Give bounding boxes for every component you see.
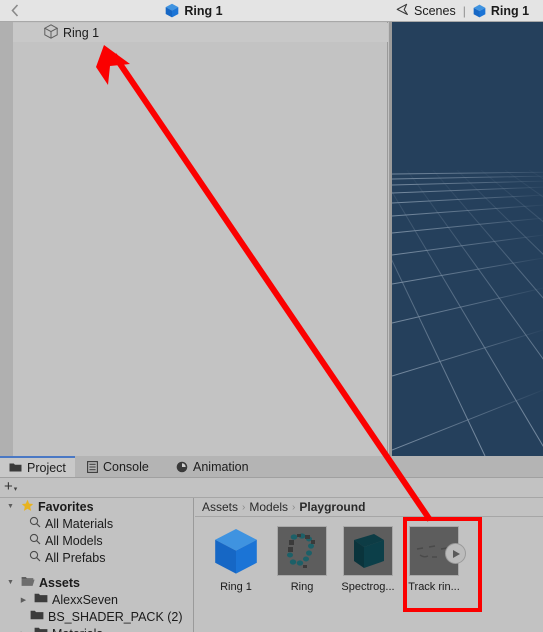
breadcrumb-separator: |: [462, 3, 466, 18]
folder-icon: [9, 462, 22, 473]
search-icon: [29, 533, 41, 548]
tree-item-label: Materials: [52, 627, 103, 632]
window-title-label: Ring 1: [184, 3, 223, 18]
search-icon: [29, 550, 41, 565]
tree-item-label: Favorites: [38, 499, 94, 514]
breadcrumb-separator: ›: [242, 501, 246, 513]
asset-item-ring[interactable]: Ring: [269, 518, 335, 632]
dock-tabstrip: Project Console Animation: [0, 456, 543, 478]
breadcrumb-playground[interactable]: Playground: [299, 500, 365, 514]
tree-item-label: All Models: [45, 533, 103, 548]
search-icon: [29, 516, 41, 531]
tree-item-label: All Materials: [45, 516, 114, 531]
hierarchy-gutter: [0, 22, 13, 456]
breadcrumb: Assets › Models › Playground: [195, 498, 543, 517]
tree-item-all-prefabs[interactable]: All Prefabs: [0, 549, 193, 566]
window-title: Ring 1: [0, 0, 388, 21]
hierarchy-item-ring-1[interactable]: Ring 1: [13, 23, 388, 42]
folder-icon: [30, 609, 44, 624]
tree-item-alexxseven[interactable]: ▶ AlexxSeven: [0, 591, 193, 608]
asset-label: Ring 1: [220, 581, 252, 593]
asset-browser: Assets › Models › Playground Ring 1 Ring…: [195, 498, 543, 632]
scene-breadcrumb: Scenes | Ring 1: [389, 0, 543, 21]
project-tree[interactable]: ▼ Favorites All Materials All Models All…: [0, 498, 194, 632]
scene-icon: [396, 3, 409, 19]
tree-item-label: BS_SHADER_PACK (2): [48, 609, 183, 624]
breadcrumb-models[interactable]: Models: [249, 500, 288, 514]
tree-item-label: Assets: [39, 575, 80, 590]
asset-label: Ring: [290, 581, 314, 593]
breadcrumb-separator: ›: [292, 501, 296, 513]
tab-animation[interactable]: Animation: [167, 456, 259, 477]
tree-item-materials[interactable]: ▶ Materials: [0, 625, 193, 632]
tree-item-all-models[interactable]: All Models: [0, 532, 193, 549]
add-asset-button[interactable]: + ▾: [4, 479, 17, 494]
clock-icon: [176, 461, 188, 473]
annotation-highlight-box: [403, 517, 482, 612]
folder-open-icon: [21, 575, 35, 590]
scenes-label[interactable]: Scenes: [414, 4, 456, 18]
hierarchy-panel: Ring 1: [0, 22, 388, 456]
tree-item-all-materials[interactable]: All Materials: [0, 515, 193, 532]
tab-project[interactable]: Project: [0, 456, 75, 477]
asset-thumbnail: [343, 526, 393, 576]
prefab-cube-icon: [165, 3, 179, 18]
console-icon: [87, 460, 98, 473]
tree-item-assets[interactable]: ▼ Assets: [0, 574, 193, 591]
twisty-icon[interactable]: ▶: [17, 596, 30, 604]
scene-object-label[interactable]: Ring 1: [491, 4, 529, 18]
model-preview-ring-icon: [278, 527, 326, 575]
folder-icon: [34, 626, 48, 632]
asset-thumbnail: [277, 526, 327, 576]
folder-icon: [34, 592, 48, 607]
asset-item-spectrogram[interactable]: Spectrog...: [335, 518, 401, 632]
tab-label: Project: [27, 460, 66, 475]
project-toolbar: + ▾: [0, 478, 543, 498]
scene-view-edge: [389, 22, 392, 456]
unity-editor-window: Ring 1 Scenes | Ring 1 Ring 1 Project Co…: [0, 0, 543, 632]
star-icon: [21, 499, 34, 515]
asset-thumbnail: [211, 526, 261, 576]
tab-label: Console: [103, 459, 149, 474]
plus-icon: +: [4, 478, 13, 495]
hierarchy-item-label: Ring 1: [63, 25, 100, 40]
tab-label: Animation: [193, 459, 249, 474]
chevron-down-icon: ▾: [13, 486, 18, 493]
prefab-cube-icon: [215, 528, 257, 574]
tree-item-label: All Prefabs: [45, 550, 106, 565]
prefab-cube-icon: [473, 4, 486, 18]
tab-console[interactable]: Console: [78, 456, 156, 477]
model-preview-cube-icon: [344, 527, 392, 575]
asset-grid: Ring 1 Ring Spectrog... Track rin...: [195, 518, 543, 632]
tree-item-bs-shader-pack[interactable]: BS_SHADER_PACK (2): [0, 608, 193, 625]
asset-item-ring-1[interactable]: Ring 1: [203, 518, 269, 632]
twisty-icon[interactable]: ▼: [4, 579, 17, 586]
scene-grid: [389, 22, 543, 456]
breadcrumb-assets[interactable]: Assets: [202, 500, 238, 514]
scene-view[interactable]: [389, 22, 543, 456]
twisty-icon[interactable]: ▼: [4, 503, 17, 510]
tree-item-favorites[interactable]: ▼ Favorites: [0, 498, 193, 515]
prefab-cube-outline-icon: [43, 23, 59, 42]
title-bar: Ring 1 Scenes | Ring 1: [0, 0, 543, 22]
tree-item-label: AlexxSeven: [52, 592, 119, 607]
asset-label: Spectrog...: [341, 581, 395, 593]
